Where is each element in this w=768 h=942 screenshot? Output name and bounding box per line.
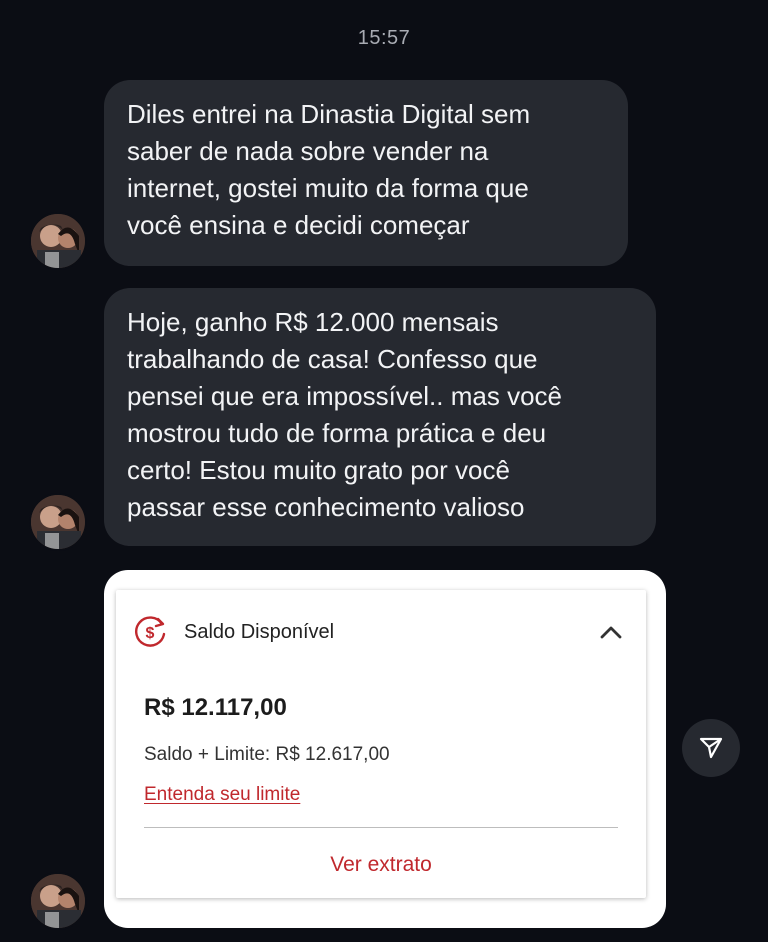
understand-limit-link[interactable]: Entenda seu limite: [144, 784, 300, 806]
divider: [144, 827, 618, 828]
balance-card-title: Saldo Disponível: [184, 620, 335, 643]
avatar-photo-icon: [31, 874, 85, 928]
avatar-photo-icon: [31, 495, 85, 549]
send-icon: [699, 737, 723, 759]
avatar-photo-icon: [31, 214, 85, 268]
message-bubble-2[interactable]: Hoje, ganho R$ 12.000 mensais trabalhand…: [104, 288, 656, 546]
message-text-1: Diles entrei na Dinastia Digital sem sab…: [127, 99, 531, 240]
money-refresh-icon: $: [135, 616, 166, 647]
avatar[interactable]: [29, 872, 87, 930]
message-timestamp: 15:57: [357, 27, 411, 49]
message-bubble-1[interactable]: Diles entrei na Dinastia Digital sem sab…: [104, 80, 628, 266]
message-text-2: Hoje, ganho R$ 12.000 mensais trabalhand…: [127, 307, 562, 522]
avatar[interactable]: [29, 493, 87, 551]
balance-card-header: $ Saldo Disponível: [132, 612, 630, 652]
balance-card-message[interactable]: $ Saldo Disponível R$ 12.117,00 Saldo + …: [104, 570, 666, 928]
balance-limit-text: Saldo + Limite: R$ 12.617,00: [144, 744, 390, 765]
svg-text:$: $: [146, 625, 155, 642]
balance-card: $ Saldo Disponível R$ 12.117,00 Saldo + …: [116, 590, 646, 898]
avatar[interactable]: [29, 212, 87, 270]
view-statement-button[interactable]: Ver extrato: [116, 853, 646, 877]
balance-amount: R$ 12.117,00: [144, 694, 287, 721]
send-button[interactable]: [682, 719, 740, 777]
chevron-up-icon[interactable]: [598, 620, 624, 646]
